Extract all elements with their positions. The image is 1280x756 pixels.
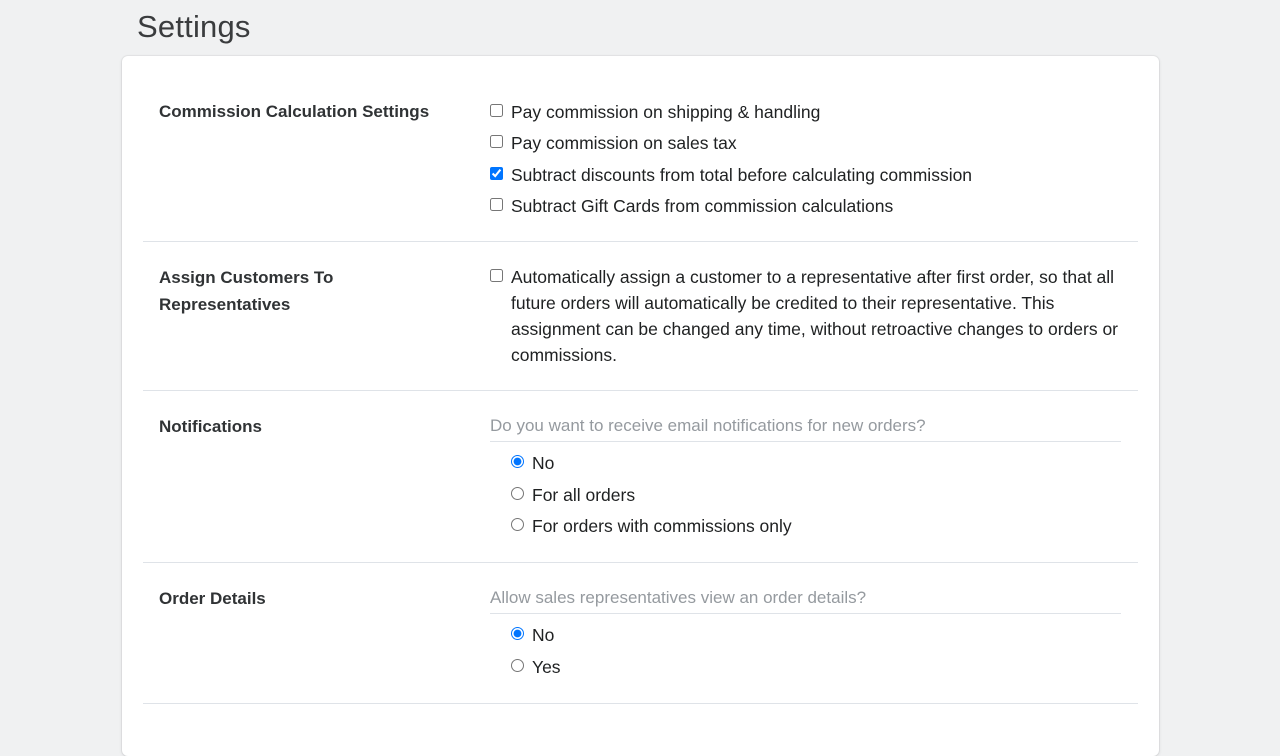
subtract-discounts-checkbox[interactable] [490, 167, 503, 180]
notify-commissions-radio[interactable] [511, 518, 524, 531]
pay-commission-shipping-checkbox[interactable] [490, 104, 503, 117]
notify-no-option[interactable]: No [511, 450, 554, 476]
order-details-no-label: No [532, 625, 555, 645]
pay-commission-tax-label: Pay commission on sales tax [511, 133, 737, 153]
subtract-discounts-option[interactable]: Subtract discounts from total before cal… [490, 162, 972, 188]
order-details-yes-radio[interactable] [511, 659, 524, 672]
auto-assign-checkbox[interactable] [490, 269, 503, 282]
pay-commission-tax-option[interactable]: Pay commission on sales tax [490, 130, 737, 156]
subtract-gift-cards-checkbox[interactable] [490, 198, 503, 211]
notifications-section-title: Notifications [159, 417, 262, 436]
notify-no-radio[interactable] [511, 455, 524, 468]
order-details-yes-label: Yes [532, 657, 561, 677]
order-details-yes-option[interactable]: Yes [511, 654, 561, 680]
pay-commission-tax-checkbox[interactable] [490, 135, 503, 148]
notify-all-radio[interactable] [511, 487, 524, 500]
assign-section: Assign Customers To Representatives Auto… [143, 242, 1138, 391]
order-details-section-title: Order Details [159, 589, 266, 608]
commission-section: Commission Calculation Settings Pay comm… [143, 56, 1138, 242]
subtract-discounts-label: Subtract discounts from total before cal… [511, 165, 973, 185]
pay-commission-shipping-label: Pay commission on shipping & handling [511, 102, 821, 122]
commission-section-title: Commission Calculation Settings [159, 102, 430, 121]
notify-commissions-label: For orders with commissions only [532, 516, 792, 536]
auto-assign-option[interactable]: Automatically assign a customer to a rep… [490, 264, 1121, 368]
notify-no-label: No [532, 453, 555, 473]
notifications-section: Notifications Do you want to receive ema… [143, 391, 1138, 563]
page-title: Settings [137, 9, 251, 44]
order-details-no-radio[interactable] [511, 627, 524, 640]
subtract-gift-cards-option[interactable]: Subtract Gift Cards from commission calc… [490, 193, 893, 219]
settings-card: Commission Calculation Settings Pay comm… [122, 56, 1159, 756]
order-details-question: Allow sales representatives view an orde… [490, 585, 1121, 614]
assign-section-title: Assign Customers To Representatives [159, 268, 334, 314]
notifications-question: Do you want to receive email notificatio… [490, 413, 1121, 442]
auto-assign-label: Automatically assign a customer to a rep… [511, 267, 1119, 365]
notify-all-option[interactable]: For all orders [511, 482, 635, 508]
pay-commission-shipping-option[interactable]: Pay commission on shipping & handling [490, 99, 820, 125]
order-details-no-option[interactable]: No [511, 622, 554, 648]
subtract-gift-cards-label: Subtract Gift Cards from commission calc… [511, 196, 894, 216]
order-details-section: Order Details Allow sales representative… [143, 563, 1138, 704]
notify-commissions-option[interactable]: For orders with commissions only [511, 513, 792, 539]
notify-all-label: For all orders [532, 485, 636, 505]
